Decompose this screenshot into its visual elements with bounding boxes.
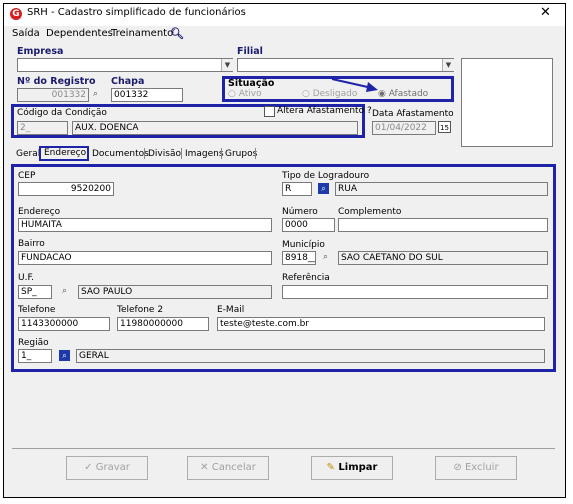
empresa-label: Empresa bbox=[17, 46, 64, 57]
limpar-button[interactable]: ✎ Limpar bbox=[311, 456, 393, 480]
chevron-down-icon[interactable]: ▼ bbox=[221, 59, 233, 71]
search-icon[interactable]: 🔍︎ bbox=[170, 27, 184, 40]
regiao-desc-field: GERAL bbox=[76, 349, 545, 363]
trash-icon: ⊘ bbox=[453, 462, 465, 473]
condicao-label: Código da Condição bbox=[17, 108, 107, 118]
gravar-label: Gravar bbox=[95, 462, 130, 473]
excluir-label: Excluir bbox=[464, 462, 499, 473]
email-field[interactable]: teste@teste.com.br bbox=[217, 317, 545, 331]
endereco-field[interactable]: HUMAITA bbox=[18, 218, 272, 232]
bairro-label: Bairro bbox=[18, 239, 45, 249]
menu-treinamento[interactable]: Treinamento bbox=[111, 28, 173, 39]
menu-dependentes[interactable]: Dependentes bbox=[46, 28, 113, 39]
uf-code-field[interactable]: SP_ bbox=[18, 285, 52, 299]
endereco-label: Endereço bbox=[18, 207, 61, 217]
afastado-label: Afastado bbox=[388, 89, 429, 99]
chevron-down-icon[interactable]: ▼ bbox=[442, 59, 454, 71]
binoculars-icon[interactable]: ⌕ bbox=[93, 89, 98, 99]
tab-separator bbox=[221, 148, 222, 159]
cancel-icon: ✕ bbox=[200, 462, 212, 473]
tab-separator bbox=[181, 148, 182, 159]
calendar-icon[interactable]: 15 bbox=[438, 121, 451, 133]
numero-field[interactable]: 0000 bbox=[282, 218, 335, 232]
tipo-logradouro-label: Tipo de Logradouro bbox=[282, 171, 370, 181]
registro-label: Nº do Registro bbox=[17, 76, 96, 87]
tipo-code-field[interactable]: R bbox=[282, 182, 312, 196]
telefone2-label: Telefone 2 bbox=[117, 305, 164, 315]
tab-documentos[interactable]: Documentos bbox=[92, 149, 149, 159]
municipio-label: Município bbox=[282, 240, 325, 250]
cancelar-button[interactable]: ✕ Cancelar bbox=[187, 456, 269, 480]
tab-grupos[interactable]: Grupos bbox=[225, 149, 257, 159]
close-icon[interactable]: ✕ bbox=[540, 5, 551, 20]
gravar-button[interactable]: ✓ Gravar bbox=[66, 456, 148, 480]
condicao-code-field: 2_ bbox=[17, 121, 68, 135]
window-title: SRH - Cadastro simplificado de funcionár… bbox=[27, 7, 246, 18]
registro-field: 001332 bbox=[17, 88, 89, 102]
tab-separator bbox=[144, 148, 145, 159]
tab-imagens[interactable]: Imagens bbox=[185, 149, 224, 159]
empresa-select[interactable] bbox=[17, 58, 233, 72]
tab-divisao[interactable]: Divisão bbox=[148, 149, 181, 159]
situacao-afastado-radio[interactable]: ◉ Afastado bbox=[378, 89, 428, 99]
excluir-button[interactable]: ⊘ Excluir bbox=[435, 456, 517, 480]
tab-endereco[interactable]: Endereço bbox=[44, 148, 86, 158]
data-afast-label: Data Afastamento bbox=[372, 109, 454, 119]
binoculars-icon[interactable]: ⌕ bbox=[323, 252, 328, 262]
uf-desc-field: SAO PAULO bbox=[78, 285, 272, 299]
cep-label: CEP bbox=[18, 171, 36, 181]
limpar-label: Limpar bbox=[338, 462, 378, 473]
arrow-annotation-icon bbox=[331, 78, 378, 92]
menu-saida[interactable]: Saída bbox=[12, 28, 40, 39]
filial-label: Filial bbox=[237, 46, 263, 57]
bairro-field[interactable]: FUNDACAO bbox=[18, 251, 272, 265]
app-logo: G bbox=[10, 8, 22, 20]
tipo-desc-field: RUA bbox=[335, 182, 548, 196]
cep-field[interactable]: 9520200 bbox=[18, 182, 114, 196]
binoculars-icon[interactable]: ⌕ bbox=[318, 183, 329, 194]
complemento-field[interactable] bbox=[338, 218, 548, 232]
photo-box[interactable] bbox=[461, 58, 553, 147]
regiao-label: Região bbox=[18, 338, 49, 348]
regiao-code-field[interactable]: 1_ bbox=[18, 349, 52, 363]
tab-separator bbox=[255, 148, 256, 159]
complemento-label: Complemento bbox=[338, 207, 402, 217]
chapa-label: Chapa bbox=[111, 76, 145, 87]
referencia-label: Referência bbox=[282, 273, 330, 283]
telefone-label: Telefone bbox=[18, 305, 56, 315]
telefone2-field[interactable]: 11980000000 bbox=[117, 317, 209, 331]
uf-label: U.F. bbox=[18, 273, 35, 283]
broom-icon: ✎ bbox=[326, 462, 339, 473]
filial-select[interactable] bbox=[237, 58, 454, 72]
situacao-label: Situação bbox=[228, 78, 275, 89]
numero-label: Número bbox=[282, 207, 318, 217]
municipio-desc-field: SAO CAETANO DO SUL bbox=[338, 251, 548, 265]
data-afast-field: 01/04/2022 bbox=[372, 121, 436, 135]
condicao-desc-field: AUX. DOENCA bbox=[72, 121, 358, 135]
binoculars-icon[interactable]: ⌕ bbox=[59, 350, 70, 361]
referencia-field[interactable] bbox=[282, 285, 548, 299]
email-label: E-Mail bbox=[217, 305, 245, 315]
tab-geral[interactable]: Geral bbox=[16, 149, 40, 159]
situacao-ativo-radio[interactable]: ○ Ativo bbox=[228, 89, 262, 99]
altera-label: Altera Afastamento ? bbox=[277, 106, 372, 116]
ativo-label: Ativo bbox=[238, 89, 262, 99]
altera-checkbox[interactable] bbox=[264, 106, 275, 117]
cancelar-label: Cancelar bbox=[211, 462, 256, 473]
chapa-field[interactable]: 001332 bbox=[111, 88, 183, 102]
footer-divider bbox=[12, 448, 555, 449]
municipio-code-field[interactable]: 8918__ bbox=[282, 251, 316, 265]
telefone-field[interactable]: 1143300000 bbox=[18, 317, 110, 331]
check-icon: ✓ bbox=[84, 462, 96, 473]
binoculars-icon[interactable]: ⌕ bbox=[62, 286, 67, 296]
